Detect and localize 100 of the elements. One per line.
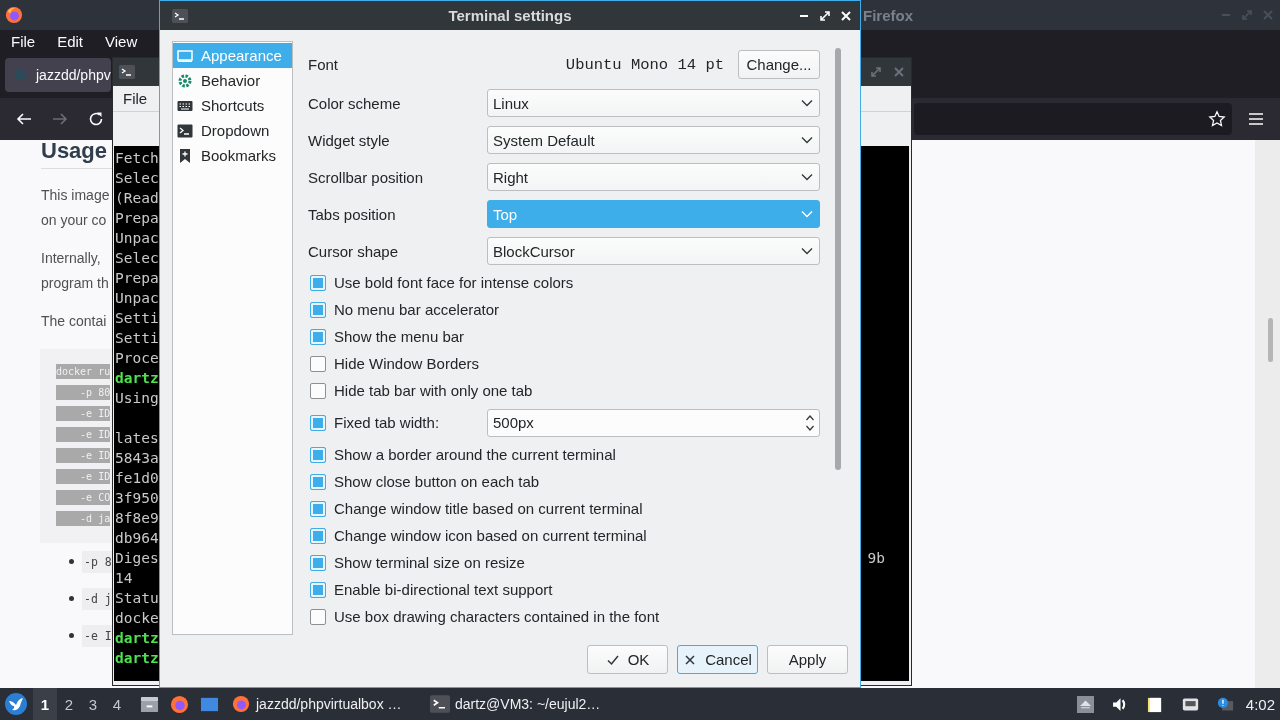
checkbox[interactable] [310,382,326,399]
gear-icon [177,72,193,89]
checkbox[interactable] [310,414,326,431]
menu-item[interactable]: View [105,32,138,50]
terminal-line: Unpac [115,290,159,306]
dropdown[interactable]: BlockCursor [487,237,820,265]
chevron-down-icon [801,210,813,218]
checkbox[interactable] [310,355,326,372]
checkbox-label: Change window icon based on current terminal [334,527,647,544]
checkbox[interactable] [310,473,326,490]
checkbox-label: No menu bar accelerator [334,301,500,318]
section-item[interactable]: Bookmarks [173,143,292,168]
paragraph-text: on your co [41,211,107,228]
terminal-line: Statu [115,590,159,606]
section-item[interactable]: Dropdown [173,118,292,143]
workspace-button[interactable]: 3 [81,688,105,720]
inline-code: -p 8 [82,550,114,573]
inline-code: -e I [82,624,114,647]
checkbox-label: Show close button on each tab [334,473,540,490]
workspace-button[interactable]: 4 [105,688,129,720]
checkbox[interactable] [310,274,326,291]
menu-item[interactable]: File [11,32,36,50]
file-cabinet-icon[interactable] [140,694,159,714]
field-label: Widget style [308,131,391,149]
terminal-line: dartz [115,650,159,666]
checkbox-label: Hide Window Borders [334,355,480,372]
checkbox-label: Fixed tab width: [334,414,440,431]
terminal-icon [177,122,193,139]
terminal-icon [172,8,188,23]
chevron-down-icon [801,136,813,144]
scrollbar-thumb[interactable] [835,48,841,470]
checkbox[interactable] [310,446,326,463]
section-item[interactable]: Shortcuts [173,93,292,118]
terminal-line: 9b [867,550,885,566]
dialog-button[interactable]: Apply [767,645,848,674]
checkbox[interactable] [310,581,326,598]
field-label: Tabs position [308,205,397,223]
app-logo-icon [231,695,251,713]
checkbox[interactable] [310,554,326,571]
app-logo-icon[interactable] [5,6,23,24]
terminal-icon [119,65,135,79]
menu-item[interactable]: Edit [57,32,84,50]
dialog-button[interactable]: Cancel [677,645,758,674]
menu-icon[interactable] [1247,110,1265,128]
window-title: Terminal settings [448,7,572,24]
workspace-button[interactable]: 1 [33,688,57,720]
eject-icon[interactable] [1076,695,1094,713]
notes-icon[interactable] [1146,695,1164,713]
terminal-line: Unpac [115,230,159,246]
monitor-icon [177,47,193,64]
dialog-button[interactable]: OK [587,645,668,674]
window-title: Firefox [863,6,913,24]
checkbox-label: Show terminal size on resize [334,554,525,571]
dropdown[interactable]: System Default [487,126,820,154]
start-menu-icon[interactable] [4,692,28,716]
field-label: Color scheme [308,94,402,112]
checkbox[interactable] [310,608,326,625]
field-label: Scrollbar position [308,168,425,186]
paragraph-text: The contai [41,312,107,329]
terminal-line: 5843a [115,450,159,466]
terminal-line: Setti [115,310,159,326]
paragraph-text: This image [41,186,110,203]
workspace-button[interactable]: 2 [57,688,81,720]
terminal-line: fe1d0 [115,470,159,486]
bullet-icon [69,633,74,638]
terminal-line: Prepa [115,210,159,226]
dropdown[interactable]: Right [487,163,820,191]
checkbox[interactable] [310,328,326,345]
terminal-line: Selec [115,170,159,186]
terminal-line: Proce [115,350,159,366]
terminal-line: 3f950 [115,490,159,506]
checkbox[interactable] [310,301,326,318]
paragraph-text: program th [41,274,109,291]
page-heading: Usage [41,140,108,162]
checkbox-label: Use box drawing characters contained in the font [334,608,660,625]
checkbox[interactable] [310,500,326,517]
checkbox-label: Show a border around the current terminal [334,446,616,463]
spin-field[interactable]: 500px [487,408,820,437]
dropdown[interactable]: Linux [487,89,820,117]
section-item[interactable]: Behavior [173,68,292,93]
task-button[interactable]: dartz@VM3: ~/eujul2… [427,688,617,720]
task-button[interactable]: jazzdd/phpvirtualbox … [228,688,418,720]
chevron-down-icon [801,99,813,107]
chevron-down-icon [801,173,813,181]
app-logo-icon[interactable] [170,694,189,714]
menu-item[interactable]: File [123,90,148,107]
change-button[interactable]: Change... [738,50,820,79]
bookmark-star-icon[interactable] [1208,110,1226,128]
reload-icon[interactable] [87,110,105,128]
notification-icon[interactable] [1216,695,1234,713]
terminal-line: Prepa [115,270,159,286]
terminal-icon [430,695,450,713]
terminal-line: dartz [115,370,159,386]
checkbox[interactable] [310,527,326,544]
font-value: Ubuntu Mono 14 pt [565,55,724,74]
terminal-line: Using [115,390,159,406]
field-label: Cursor shape [308,242,400,260]
terminal-line: 14 [115,570,133,586]
browser-tab[interactable]: jazzdd/phpv [5,58,111,92]
scrollbar[interactable] [1255,140,1280,688]
